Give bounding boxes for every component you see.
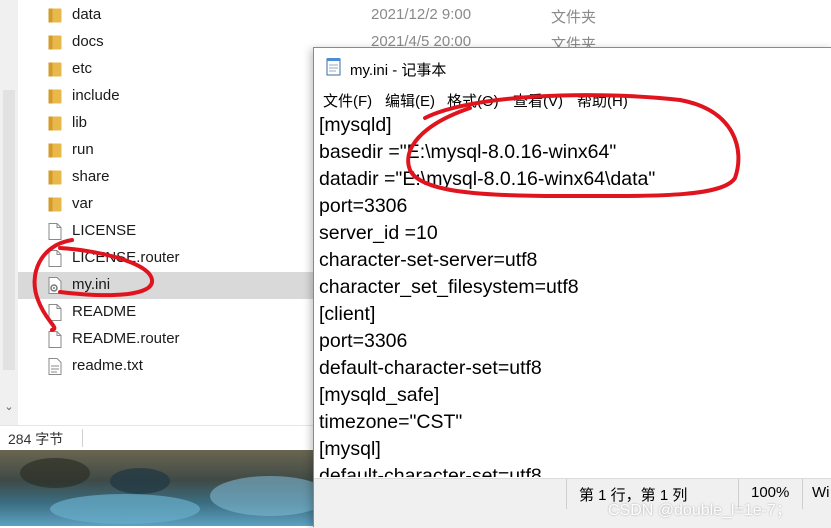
file-type: 文件夹 xyxy=(551,9,597,26)
file-name: include xyxy=(72,87,120,104)
settings-file-icon xyxy=(48,277,62,294)
text-line: port=3306 xyxy=(319,330,408,352)
status-divider xyxy=(566,479,567,509)
scroll-down-arrow-icon[interactable]: ⌄ xyxy=(1,398,17,416)
text-line: [client] xyxy=(319,303,376,325)
file-name: etc xyxy=(72,60,93,77)
folder-icon xyxy=(48,8,62,23)
menu-bar: 文件(F) 编辑(E) 格式(O) 查看(V) 帮助(H) xyxy=(314,86,831,112)
text-line: default-character-set=utf8 xyxy=(319,357,542,379)
folder-icon xyxy=(48,116,62,131)
file-name: share xyxy=(72,168,110,185)
status-divider xyxy=(802,479,803,509)
menu-view[interactable]: 查看(V) xyxy=(513,90,563,111)
folder-icon xyxy=(48,197,62,212)
text-line: default-character-set=utf8 xyxy=(319,465,542,477)
navigation-pane-scrollbar[interactable]: ⌄ xyxy=(0,0,18,425)
menu-help[interactable]: 帮助(H) xyxy=(577,90,628,111)
text-line: basedir ="E:\mysql-8.0.16-winx64" xyxy=(319,141,617,163)
status-divider xyxy=(82,429,83,447)
file-name: run xyxy=(72,141,94,158)
csdn-watermark: CSDN @double_l=1e-7； xyxy=(608,502,792,519)
file-name: my.ini xyxy=(72,276,111,293)
text-line: [mysqld] xyxy=(319,114,392,136)
notepad-icon xyxy=(326,58,341,76)
text-file-icon xyxy=(48,358,62,375)
document-icon xyxy=(48,250,62,267)
folder-icon xyxy=(48,35,62,50)
folder-icon xyxy=(48,62,62,77)
document-icon xyxy=(48,331,62,348)
folder-icon xyxy=(48,89,62,104)
file-modified-date: 2021/12/2 9:00 xyxy=(371,6,472,23)
text-line: datadir ="E:\mysql-8.0.16-winx64\data" xyxy=(319,168,656,190)
text-line: port=3306 xyxy=(319,195,408,217)
file-name: README.router xyxy=(72,330,180,347)
file-name: readme.txt xyxy=(72,357,143,374)
notepad-window[interactable]: my.ini - 记事本 文件(F) 编辑(E) 格式(O) 查看(V) 帮助(… xyxy=(313,47,831,528)
file-name: LICENSE.router xyxy=(72,249,180,266)
file-name: var xyxy=(72,195,93,212)
file-name: LICENSE xyxy=(72,222,137,239)
file-row[interactable]: data 2021/12/2 9:00 文件夹 xyxy=(18,2,831,29)
file-name: README xyxy=(72,303,137,320)
text-line: timezone="CST" xyxy=(319,411,463,433)
scrollbar-thumb[interactable] xyxy=(3,90,15,370)
folder-icon xyxy=(48,143,62,158)
document-icon xyxy=(48,304,62,321)
document-icon xyxy=(48,223,62,240)
line-ending: Wi xyxy=(812,484,830,501)
selected-file-size: 284 字节 xyxy=(8,431,64,447)
text-line: [mysql] xyxy=(319,438,381,460)
text-line: [mysqld_safe] xyxy=(319,384,440,406)
folder-icon xyxy=(48,170,62,185)
text-editor-area[interactable]: [mysqld] basedir ="E:\mysql-8.0.16-winx64… xyxy=(314,112,831,477)
window-title: my.ini - 记事本 xyxy=(350,62,447,79)
file-name: data xyxy=(72,6,102,23)
file-name: docs xyxy=(72,33,104,50)
text-line: character-set-server=utf8 xyxy=(319,249,538,271)
text-line: server_id =10 xyxy=(319,222,438,244)
file-name: lib xyxy=(72,114,88,131)
menu-edit[interactable]: 编辑(E) xyxy=(385,90,435,111)
menu-format[interactable]: 格式(O) xyxy=(447,90,499,111)
notepad-title-bar[interactable]: my.ini - 记事本 xyxy=(314,48,831,86)
menu-file[interactable]: 文件(F) xyxy=(323,90,372,111)
text-line: character_set_filesystem=utf8 xyxy=(319,276,579,298)
